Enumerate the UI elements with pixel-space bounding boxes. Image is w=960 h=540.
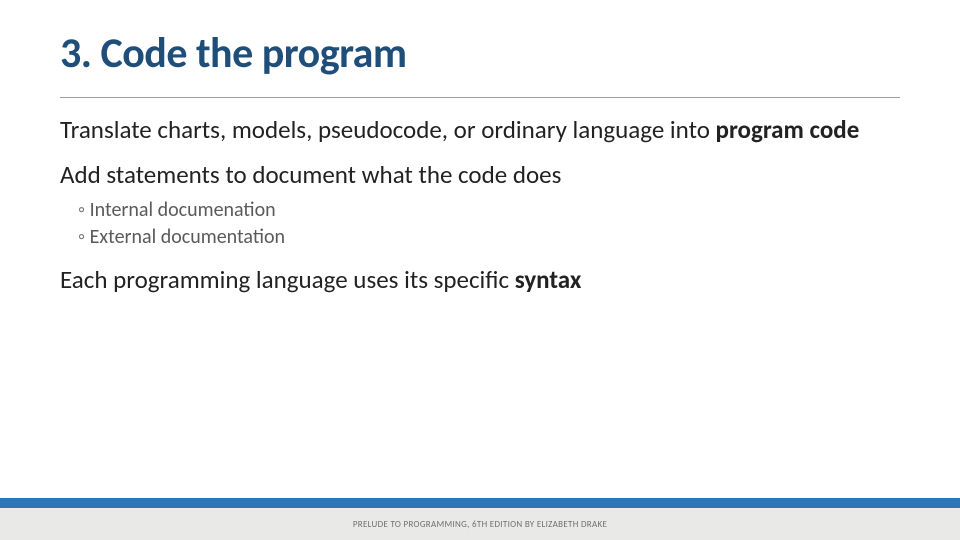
- slide-title: 3. Code the program: [60, 28, 900, 79]
- footer-text: PRELUDE TO PROGRAMMING, 6TH EDITION BY E…: [353, 519, 607, 530]
- slide: 3. Code the program Translate charts, mo…: [0, 0, 960, 540]
- footer-accent-bar: [0, 498, 960, 508]
- title-divider: [60, 97, 900, 98]
- footer-bar: PRELUDE TO PROGRAMMING, 6TH EDITION BY E…: [0, 508, 960, 540]
- paragraph-1-text: Translate charts, models, pseudocode, or…: [60, 114, 716, 145]
- paragraph-1: Translate charts, models, pseudocode, or…: [60, 116, 900, 145]
- paragraph-3-text: Each programming language uses its speci…: [60, 264, 515, 295]
- paragraph-1-bold: program code: [716, 114, 860, 145]
- paragraph-3-bold: syntax: [515, 264, 582, 295]
- sub-bullet-2: External documentation: [78, 225, 900, 250]
- paragraph-2: Add statements to document what the code…: [60, 161, 900, 190]
- sub-bullet-1: Internal documenation: [78, 198, 900, 223]
- sub-bullets: Internal documenation External documenta…: [60, 198, 900, 250]
- paragraph-3: Each programming language uses its speci…: [60, 266, 900, 295]
- footer-band: PRELUDE TO PROGRAMMING, 6TH EDITION BY E…: [0, 498, 960, 540]
